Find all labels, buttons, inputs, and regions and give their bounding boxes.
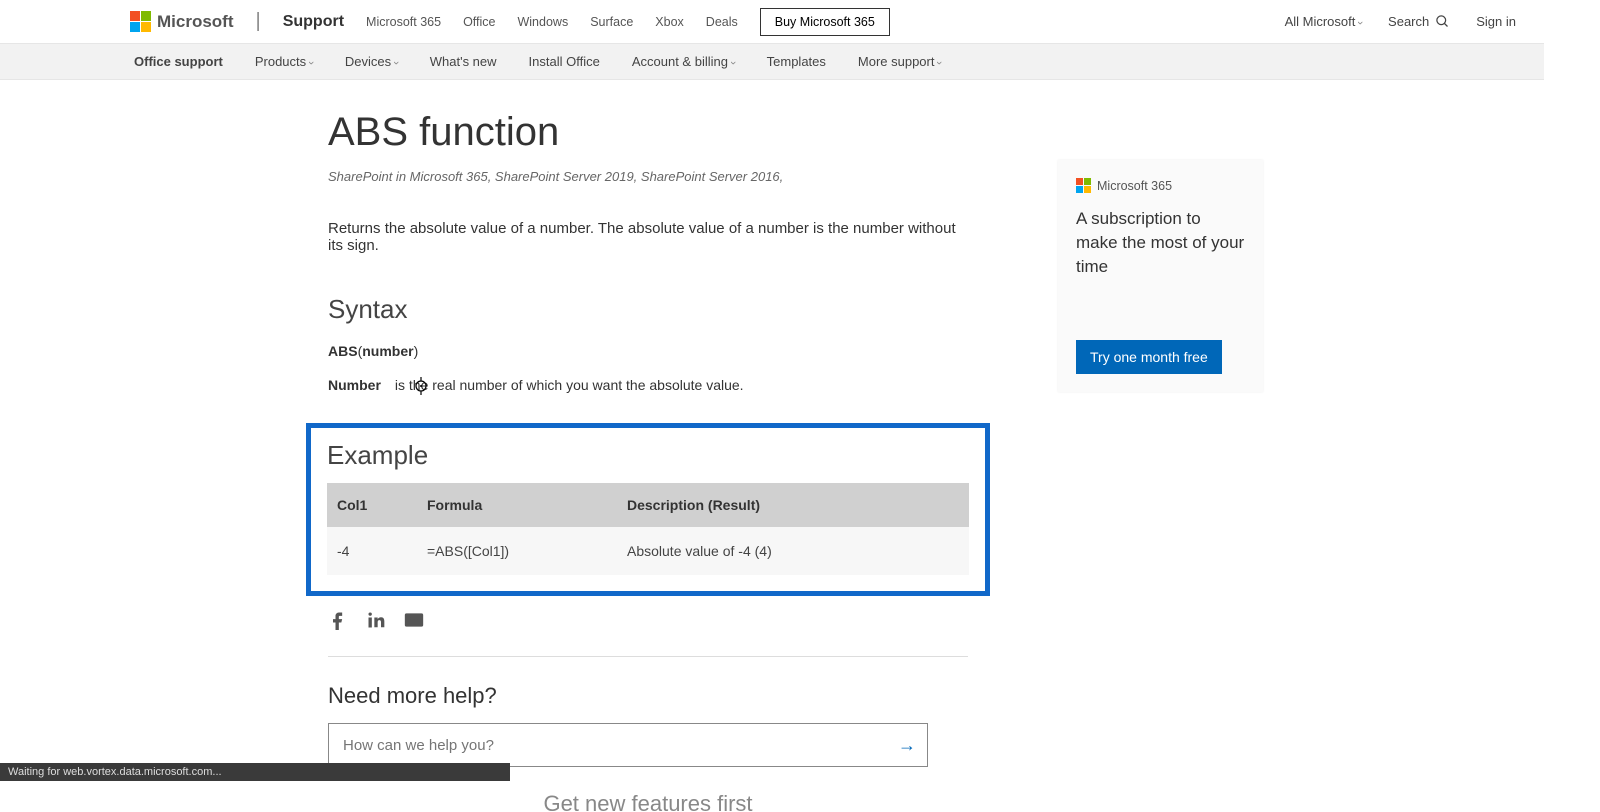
cell-description: Absolute value of -4 (4) bbox=[617, 527, 969, 575]
intro-paragraph: Returns the absolute value of a number. … bbox=[328, 220, 968, 254]
search-icon bbox=[1435, 14, 1450, 29]
example-highlight-box: Example Col1 Formula Description (Result… bbox=[306, 423, 990, 596]
need-more-help-heading: Need more help? bbox=[328, 683, 968, 709]
signin-link[interactable]: Sign in bbox=[1476, 14, 1516, 29]
syntax-heading: Syntax bbox=[328, 294, 968, 325]
table-row: -4 =ABS([Col1]) Absolute value of -4 (4) bbox=[327, 527, 969, 575]
cell-formula: =ABS([Col1]) bbox=[417, 527, 617, 575]
search-button[interactable]: Search bbox=[1388, 14, 1450, 29]
facebook-icon[interactable] bbox=[328, 610, 348, 630]
global-header: Microsoft | Support Microsoft 365 Office… bbox=[0, 0, 1544, 44]
page-title: ABS function bbox=[328, 110, 968, 155]
email-icon[interactable] bbox=[404, 610, 424, 630]
th-col1: Col1 bbox=[327, 483, 417, 527]
support-link[interactable]: Support bbox=[283, 13, 344, 31]
promo-text: A subscription to make the most of your … bbox=[1076, 207, 1245, 278]
subnav-whatsnew[interactable]: What's new bbox=[430, 54, 497, 69]
parameter-description: Numberis the real number of which you wa… bbox=[328, 377, 968, 393]
subnav-more-support[interactable]: More support bbox=[858, 54, 941, 69]
help-search-input[interactable] bbox=[329, 737, 887, 754]
share-bar bbox=[328, 610, 968, 630]
product-links: Microsoft 365 Office Windows Surface Xbo… bbox=[366, 15, 738, 29]
applies-to: SharePoint in Microsoft 365, SharePoint … bbox=[328, 169, 968, 184]
brand-text: Microsoft bbox=[157, 12, 234, 32]
nav-xbox[interactable]: Xbox bbox=[655, 15, 684, 29]
promo-logo: Microsoft 365 bbox=[1076, 178, 1245, 193]
try-free-button[interactable]: Try one month free bbox=[1076, 340, 1222, 374]
promo-card: Microsoft 365 A subscription to make the… bbox=[1058, 160, 1263, 392]
nav-deals[interactable]: Deals bbox=[706, 15, 738, 29]
subnav-devices[interactable]: Devices bbox=[345, 54, 398, 69]
buy-microsoft365-button[interactable]: Buy Microsoft 365 bbox=[760, 8, 890, 36]
th-description: Description (Result) bbox=[617, 483, 969, 527]
cell-col1: -4 bbox=[327, 527, 417, 575]
th-formula: Formula bbox=[417, 483, 617, 527]
nav-surface[interactable]: Surface bbox=[590, 15, 633, 29]
nav-windows[interactable]: Windows bbox=[517, 15, 568, 29]
help-search-box: → bbox=[328, 723, 928, 767]
features-teaser: Get new features first bbox=[328, 791, 968, 812]
syntax-signature: ABS(number) bbox=[328, 343, 968, 359]
nav-microsoft365[interactable]: Microsoft 365 bbox=[366, 15, 441, 29]
help-search-submit-icon[interactable]: → bbox=[887, 735, 927, 756]
microsoft-logo[interactable]: Microsoft bbox=[130, 11, 234, 32]
subnav-templates[interactable]: Templates bbox=[767, 54, 826, 69]
example-heading: Example bbox=[327, 440, 969, 471]
linkedin-icon[interactable] bbox=[366, 610, 386, 630]
all-microsoft-dropdown[interactable]: All Microsoft bbox=[1285, 14, 1362, 29]
vertical-divider: | bbox=[256, 10, 261, 33]
article-body: ABS function SharePoint in Microsoft 365… bbox=[328, 110, 968, 812]
search-label: Search bbox=[1388, 14, 1429, 29]
microsoft-logo-icon bbox=[1076, 178, 1091, 193]
subnav-account-billing[interactable]: Account & billing bbox=[632, 54, 735, 69]
table-header-row: Col1 Formula Description (Result) bbox=[327, 483, 969, 527]
browser-status-bar: Waiting for web.vortex.data.microsoft.co… bbox=[0, 763, 510, 781]
microsoft-logo-icon bbox=[130, 11, 151, 32]
example-table: Col1 Formula Description (Result) -4 =AB… bbox=[327, 483, 969, 575]
subnav-office-support[interactable]: Office support bbox=[134, 54, 223, 69]
subnav-install-office[interactable]: Install Office bbox=[529, 54, 600, 69]
subnav-products[interactable]: Products bbox=[255, 54, 313, 69]
sub-navigation: Office support Products Devices What's n… bbox=[0, 44, 1544, 80]
nav-office[interactable]: Office bbox=[463, 15, 495, 29]
promo-brand: Microsoft 365 bbox=[1097, 179, 1172, 193]
